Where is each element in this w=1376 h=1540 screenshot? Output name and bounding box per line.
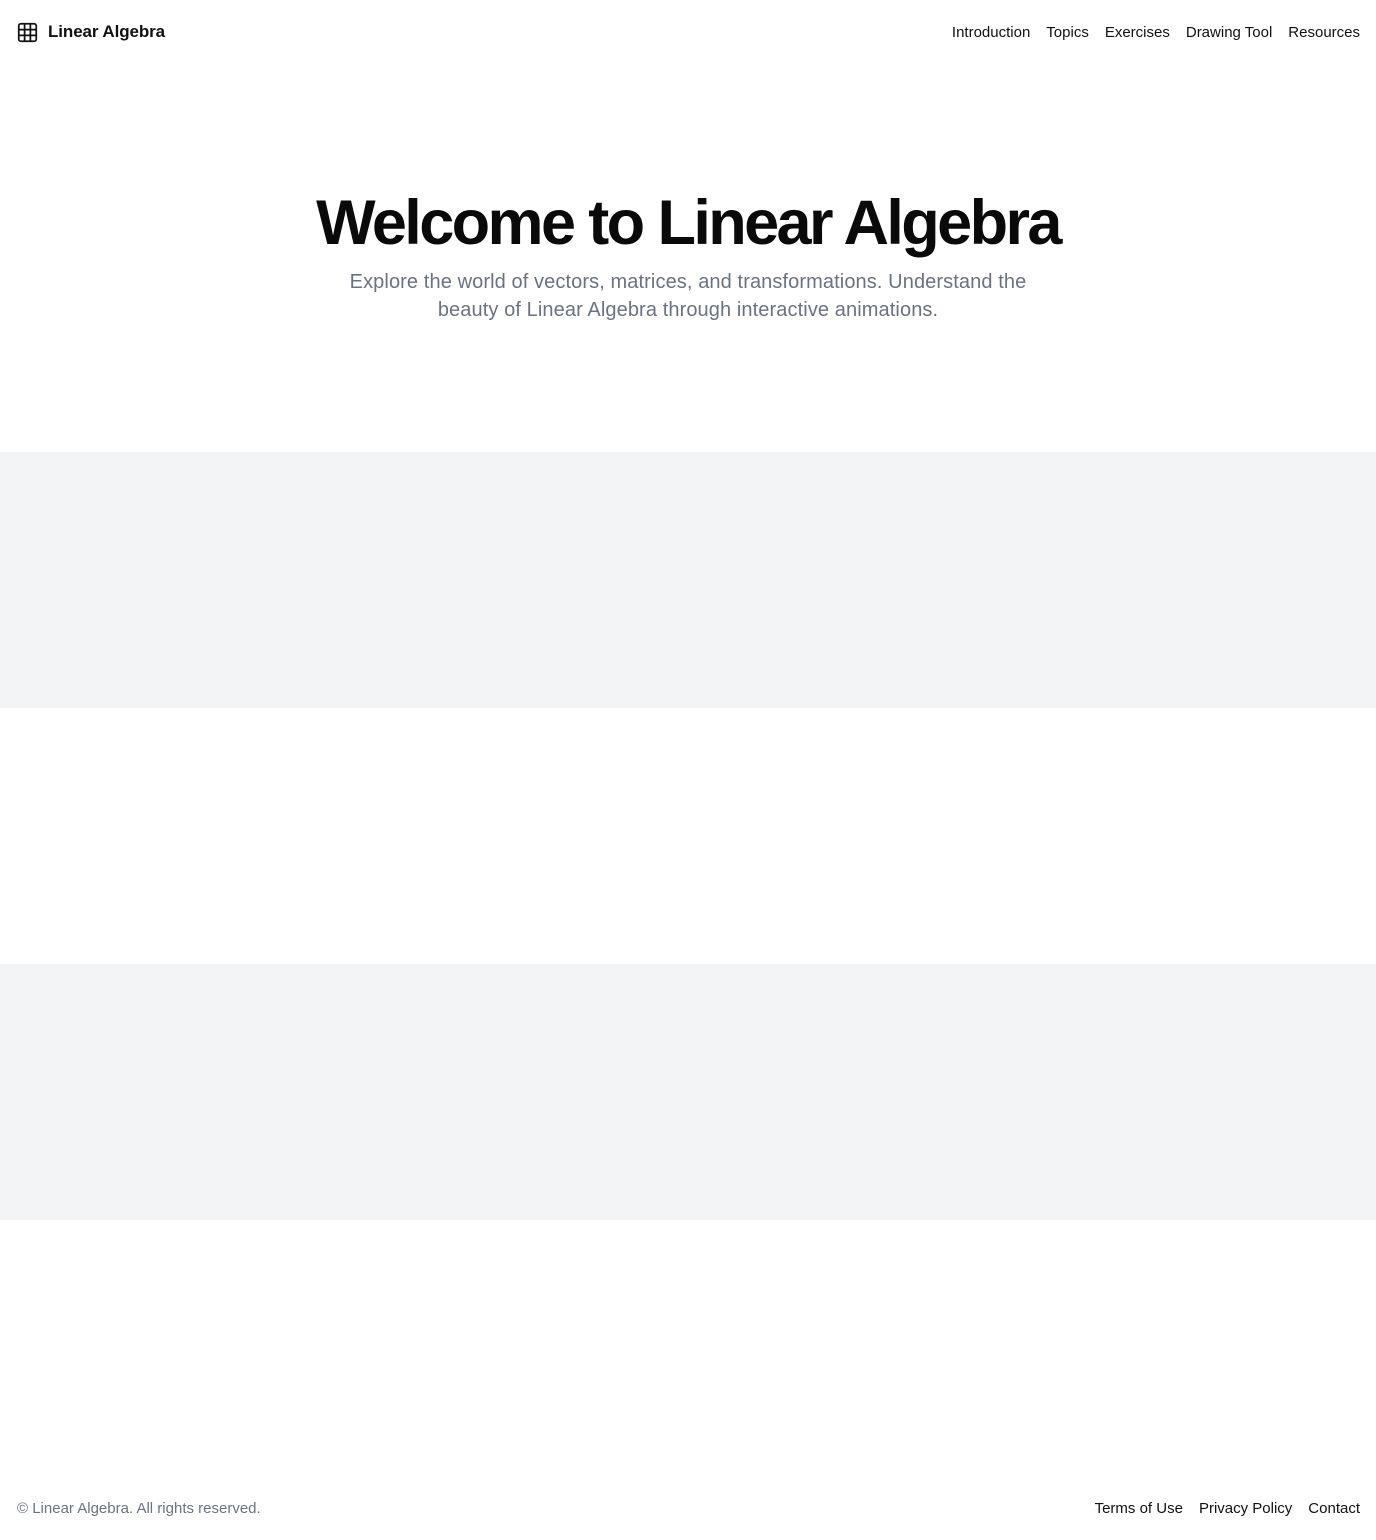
- grid-icon: [17, 22, 38, 42]
- content-section-1: [0, 452, 1376, 708]
- nav-link-exercises[interactable]: Exercises: [1105, 24, 1170, 41]
- main-nav: Introduction Topics Exercises Drawing To…: [952, 24, 1360, 41]
- footer-link-contact[interactable]: Contact: [1308, 1500, 1360, 1517]
- site-footer: © Linear Algebra. All rights reserved. T…: [0, 1476, 1376, 1540]
- footer-link-privacy[interactable]: Privacy Policy: [1199, 1500, 1292, 1517]
- footer-links: Terms of Use Privacy Policy Contact: [1095, 1500, 1360, 1517]
- site-header: Linear Algebra Introduction Topics Exerc…: [0, 0, 1376, 64]
- footer-link-terms[interactable]: Terms of Use: [1095, 1500, 1183, 1517]
- nav-link-topics[interactable]: Topics: [1046, 24, 1089, 41]
- brand-name: Linear Algebra: [48, 22, 166, 41]
- hero-title: Welcome to Linear Algebra: [316, 188, 1062, 258]
- page: Linear Algebra Introduction Topics Exerc…: [0, 0, 1376, 1540]
- nav-link-drawing-tool[interactable]: Drawing Tool: [1186, 24, 1272, 41]
- nav-link-resources[interactable]: Resources: [1288, 24, 1360, 41]
- nav-link-introduction[interactable]: Introduction: [952, 24, 1030, 41]
- brand-link[interactable]: Linear Algebra: [17, 22, 165, 43]
- hero-subtitle: Explore the world of vectors, matrices, …: [349, 271, 1027, 321]
- content-section-3: [0, 964, 1376, 1220]
- copyright-text: © Linear Algebra. All rights reserved.: [17, 1499, 261, 1517]
- content-section-2: [0, 708, 1376, 964]
- hero-section: Welcome to Linear Algebra Explore the wo…: [0, 64, 1376, 452]
